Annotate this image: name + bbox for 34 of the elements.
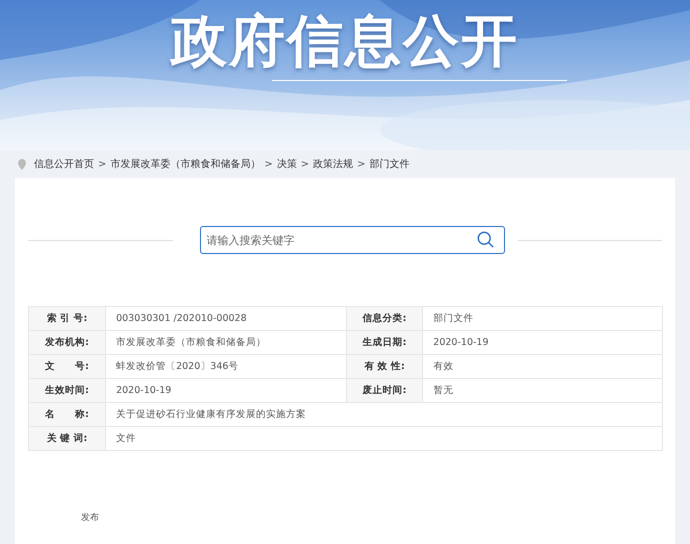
breadcrumb-link[interactable]: 部门文件 (370, 157, 410, 171)
field-label: 名 称: (28, 402, 106, 426)
field-value: 关于促进砂石行业健康有序发展的实施方案 (106, 402, 662, 426)
field-label: 废止时间: (346, 378, 423, 402)
breadcrumb-link[interactable]: 市发展改革委（市粮食和储备局） (110, 157, 260, 171)
breadcrumb-separator: > (264, 158, 273, 170)
breadcrumb-separator: > (357, 158, 366, 170)
field-label: 信息分类: (346, 306, 423, 330)
breadcrumb-link[interactable]: 信息公开首页 (34, 157, 94, 171)
breadcrumb-link[interactable]: 决策 (276, 157, 297, 171)
location-pin-icon (18, 158, 26, 170)
search-icon[interactable] (476, 231, 494, 248)
field-label: 生效时间: (28, 378, 106, 402)
breadcrumb-separator: > (300, 158, 310, 170)
field-label: 索 引 号: (28, 306, 106, 330)
field-label: 文 号: (28, 354, 106, 378)
field-label: 发布机构: (28, 330, 106, 354)
field-value: 2020-10-19 (106, 378, 346, 402)
field-label: 关 键 词: (28, 426, 106, 450)
field-value: 文件 (106, 426, 662, 450)
field-value: 蚌发改价管〔2020〕346号 (106, 354, 346, 378)
breadcrumb-link[interactable]: 政策法规 (313, 157, 354, 171)
field-value: 暂无 (422, 378, 662, 402)
field-value: 市发展改革委（市粮食和储备局） (106, 330, 346, 354)
field-label: 发布 (81, 513, 99, 523)
field-value: 2020-10-19 (422, 330, 662, 354)
breadcrumb-separator: > (98, 158, 106, 170)
field-label: 有 效 性: (346, 354, 423, 378)
field-value: 有效 (422, 354, 662, 378)
search-field[interactable]: 请输入搜索关键字 (200, 226, 504, 254)
field-value: 部门文件 (422, 306, 662, 330)
field-value: 003030301 /202010-00028 (106, 306, 346, 330)
field-label: 生成日期: (346, 330, 423, 354)
page-title: 政府信息公开 (171, 8, 519, 76)
